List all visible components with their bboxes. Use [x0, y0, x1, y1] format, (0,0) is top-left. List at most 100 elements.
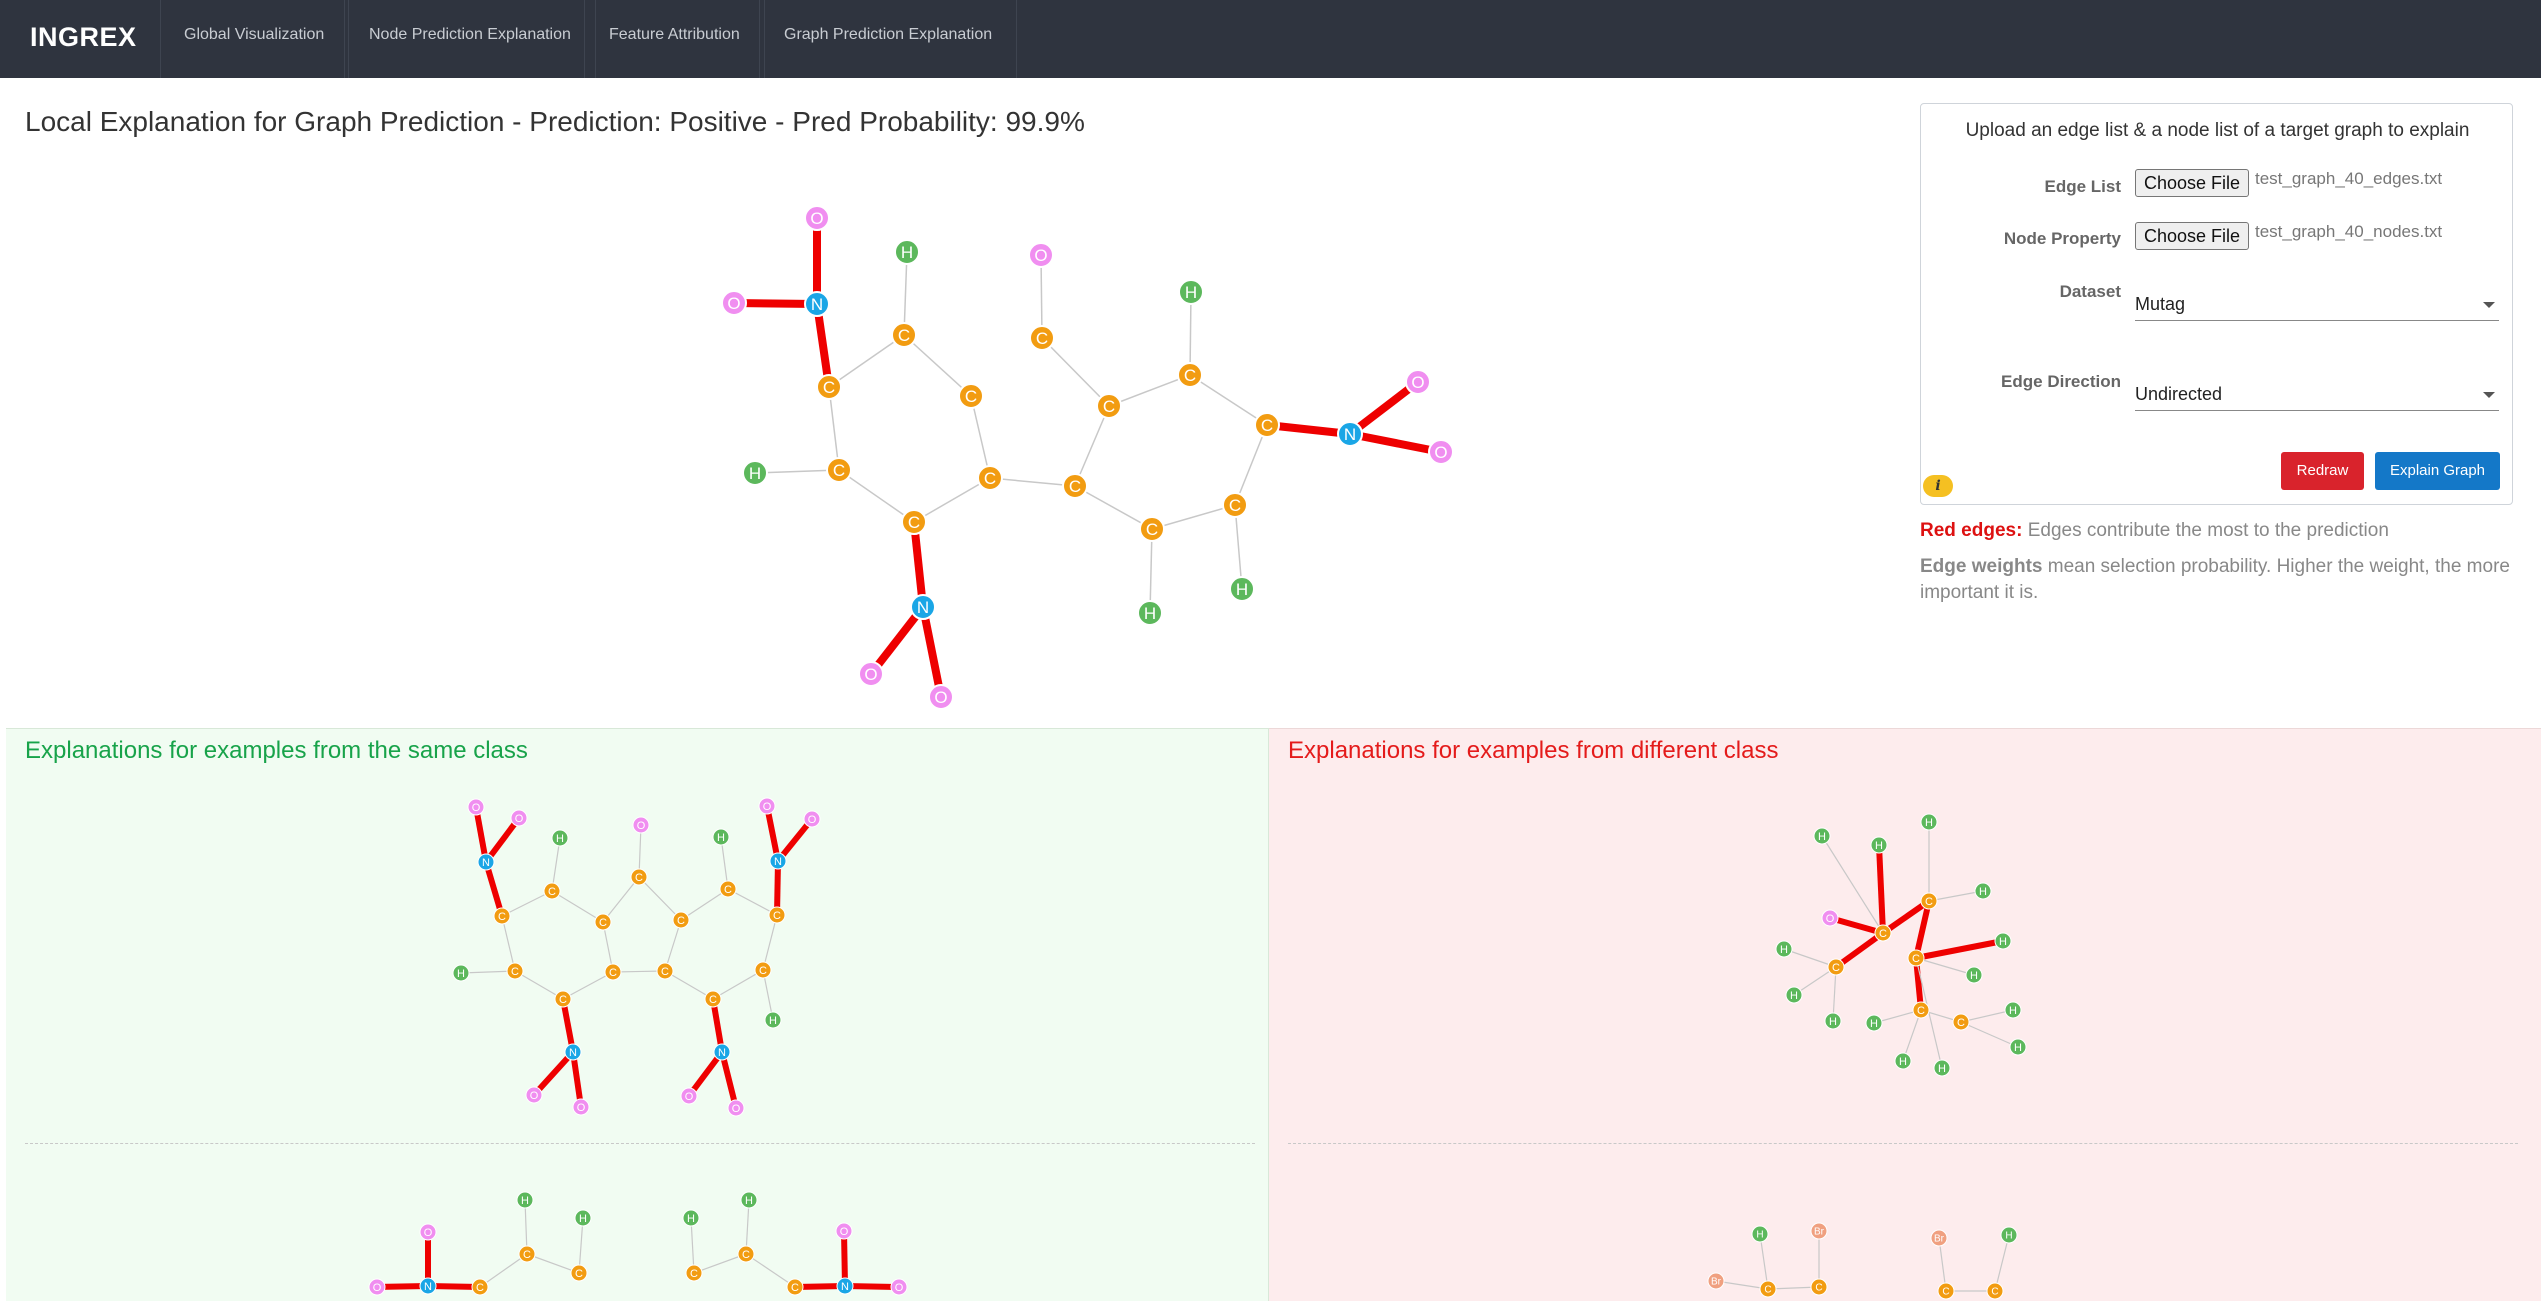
atom-node-hydrogen[interactable]: H [1229, 576, 1255, 602]
atom-node-hydrogen[interactable]: H [1894, 1052, 1912, 1070]
atom-node-oxygen[interactable]: O [1028, 242, 1054, 268]
atom-node-oxygen[interactable]: O [1405, 369, 1431, 395]
atom-node-nitrogen[interactable]: N [1337, 421, 1363, 447]
atom-node-hydrogen[interactable]: H [1178, 279, 1204, 305]
atom-node-carbon[interactable]: C [672, 911, 690, 929]
atom-node-oxygen[interactable]: O [419, 1223, 437, 1241]
atom-node-carbon[interactable]: C [1986, 1282, 2004, 1300]
atom-node-carbon[interactable]: C [1254, 412, 1280, 438]
atom-node-carbon[interactable]: C [1827, 958, 1845, 976]
atom-node-hydrogen[interactable]: H [452, 964, 470, 982]
atom-node-nitrogen[interactable]: N [419, 1277, 437, 1295]
atom-node-hydrogen[interactable]: H [2000, 1226, 2018, 1244]
atom-node-hydrogen[interactable]: H [1920, 813, 1938, 831]
atom-node-carbon[interactable]: C [1222, 492, 1248, 518]
atom-node-oxygen[interactable]: O [804, 205, 830, 231]
atom-node-oxygen[interactable]: O [890, 1278, 908, 1296]
atom-node-carbon[interactable]: C [685, 1264, 703, 1282]
atom-node-carbon[interactable]: C [1952, 1013, 1970, 1031]
atom-node-oxygen[interactable]: O [928, 684, 954, 710]
atom-node-oxygen[interactable]: O [632, 816, 650, 834]
atom-node-carbon[interactable]: C [594, 913, 612, 931]
atom-node-nitrogen[interactable]: N [836, 1277, 854, 1295]
atom-node-bromine[interactable]: Br [1707, 1272, 1725, 1290]
different-class-example-graph[interactable]: H H H O H C C H H C H C H H H C C H H H H H Br H Br Br C C C C [1269, 729, 2541, 1302]
edge-list-choose-file-button[interactable]: Choose File [2135, 169, 2249, 197]
atom-node-hydrogen[interactable]: H [1965, 966, 1983, 984]
atom-node-nitrogen[interactable]: N [910, 594, 936, 620]
node-property-choose-file-button[interactable]: Choose File [2135, 222, 2249, 250]
nav-feature-attribution[interactable]: Feature Attribution [584, 0, 765, 78]
atom-node-carbon[interactable]: C [1759, 1280, 1777, 1298]
atom-node-hydrogen[interactable]: H [1813, 827, 1831, 845]
atom-node-carbon[interactable]: C [768, 906, 786, 924]
atom-node-hydrogen[interactable]: H [551, 829, 569, 847]
atom-node-oxygen[interactable]: O [835, 1222, 853, 1240]
atom-node-hydrogen[interactable]: H [1994, 932, 2012, 950]
atom-node-carbon[interactable]: C [958, 383, 984, 409]
atom-node-carbon[interactable]: C [493, 907, 511, 925]
atom-node-bromine[interactable]: Br [1930, 1229, 1948, 1247]
atom-node-carbon[interactable]: C [901, 509, 927, 535]
redraw-button[interactable]: Redraw [2281, 452, 2364, 490]
atom-node-carbon[interactable]: C [1912, 1001, 1930, 1019]
atom-node-hydrogen[interactable]: H [1865, 1014, 1883, 1032]
atom-node-carbon[interactable]: C [506, 962, 524, 980]
atom-node-hydrogen[interactable]: H [2004, 1001, 2022, 1019]
atom-node-oxygen[interactable]: O [858, 661, 884, 687]
atom-node-hydrogen[interactable]: H [1751, 1225, 1769, 1243]
main-molecule-graph[interactable]: O O N H C C C O C H C C C N O O H C C C C C C H H N O O [0, 180, 1900, 720]
atom-node-carbon[interactable]: C [891, 322, 917, 348]
same-class-example-graph[interactable]: O O N H C O C H C O O N C C C C H C C C C H C C N O O N O O O O N H H C C C H H… [6, 729, 1269, 1302]
edge-direction-select[interactable]: Undirected [2135, 377, 2499, 411]
atom-node-hydrogen[interactable]: H [1974, 882, 1992, 900]
atom-node-hydrogen[interactable]: H [712, 828, 730, 846]
explain-graph-button[interactable]: Explain Graph [2375, 452, 2500, 490]
atom-node-hydrogen[interactable]: H [1137, 600, 1163, 626]
atom-node-carbon[interactable]: C [543, 882, 561, 900]
atom-node-hydrogen[interactable]: H [1933, 1059, 1951, 1077]
atom-node-hydrogen[interactable]: H [1775, 940, 1793, 958]
atom-node-carbon[interactable]: C [786, 1278, 804, 1296]
dataset-select[interactable]: Mutag [2135, 287, 2499, 321]
atom-node-carbon[interactable]: C [977, 465, 1003, 491]
nav-graph-prediction-explanation[interactable]: Graph Prediction Explanation [759, 0, 1018, 78]
atom-node-carbon[interactable]: C [1907, 949, 1925, 967]
atom-node-oxygen[interactable]: O [721, 290, 747, 316]
atom-node-carbon[interactable]: C [656, 962, 674, 980]
atom-node-hydrogen[interactable]: H [742, 460, 768, 486]
atom-node-carbon[interactable]: C [1874, 924, 1892, 942]
atom-node-nitrogen[interactable]: N [713, 1043, 731, 1061]
atom-node-hydrogen[interactable]: H [764, 1011, 782, 1029]
atom-node-oxygen[interactable]: O [680, 1087, 698, 1105]
atom-node-carbon[interactable]: C [1139, 516, 1165, 542]
atom-node-nitrogen[interactable]: N [769, 852, 787, 870]
atom-node-carbon[interactable]: C [570, 1264, 588, 1282]
atom-node-nitrogen[interactable]: N [564, 1043, 582, 1061]
atom-node-carbon[interactable]: C [1096, 393, 1122, 419]
atom-node-oxygen[interactable]: O [467, 798, 485, 816]
atom-node-carbon[interactable]: C [1937, 1282, 1955, 1300]
atom-node-hydrogen[interactable]: H [516, 1191, 534, 1209]
atom-node-carbon[interactable]: C [826, 457, 852, 483]
atom-node-hydrogen[interactable]: H [682, 1209, 700, 1227]
atom-node-carbon[interactable]: C [1062, 473, 1088, 499]
atom-node-oxygen[interactable]: O [803, 810, 821, 828]
atom-node-oxygen[interactable]: O [1428, 439, 1454, 465]
atom-node-carbon[interactable]: C [630, 868, 648, 886]
info-icon[interactable]: i [1923, 475, 1953, 497]
atom-node-carbon[interactable]: C [754, 961, 772, 979]
atom-node-hydrogen[interactable]: H [894, 239, 920, 265]
atom-node-oxygen[interactable]: O [368, 1278, 386, 1296]
atom-node-carbon[interactable]: C [554, 990, 572, 1008]
atom-node-carbon[interactable]: C [1920, 892, 1938, 910]
atom-node-carbon[interactable]: C [518, 1245, 536, 1263]
atom-node-oxygen[interactable]: O [572, 1098, 590, 1116]
atom-node-nitrogen[interactable]: N [804, 291, 830, 317]
nav-node-prediction-explanation[interactable]: Node Prediction Explanation [344, 0, 596, 78]
atom-node-hydrogen[interactable]: H [1785, 986, 1803, 1004]
atom-node-carbon[interactable]: C [737, 1245, 755, 1263]
brand-logo[interactable]: INGREX [30, 22, 137, 53]
atom-node-carbon[interactable]: C [1810, 1278, 1828, 1296]
atom-node-carbon[interactable]: C [1177, 362, 1203, 388]
